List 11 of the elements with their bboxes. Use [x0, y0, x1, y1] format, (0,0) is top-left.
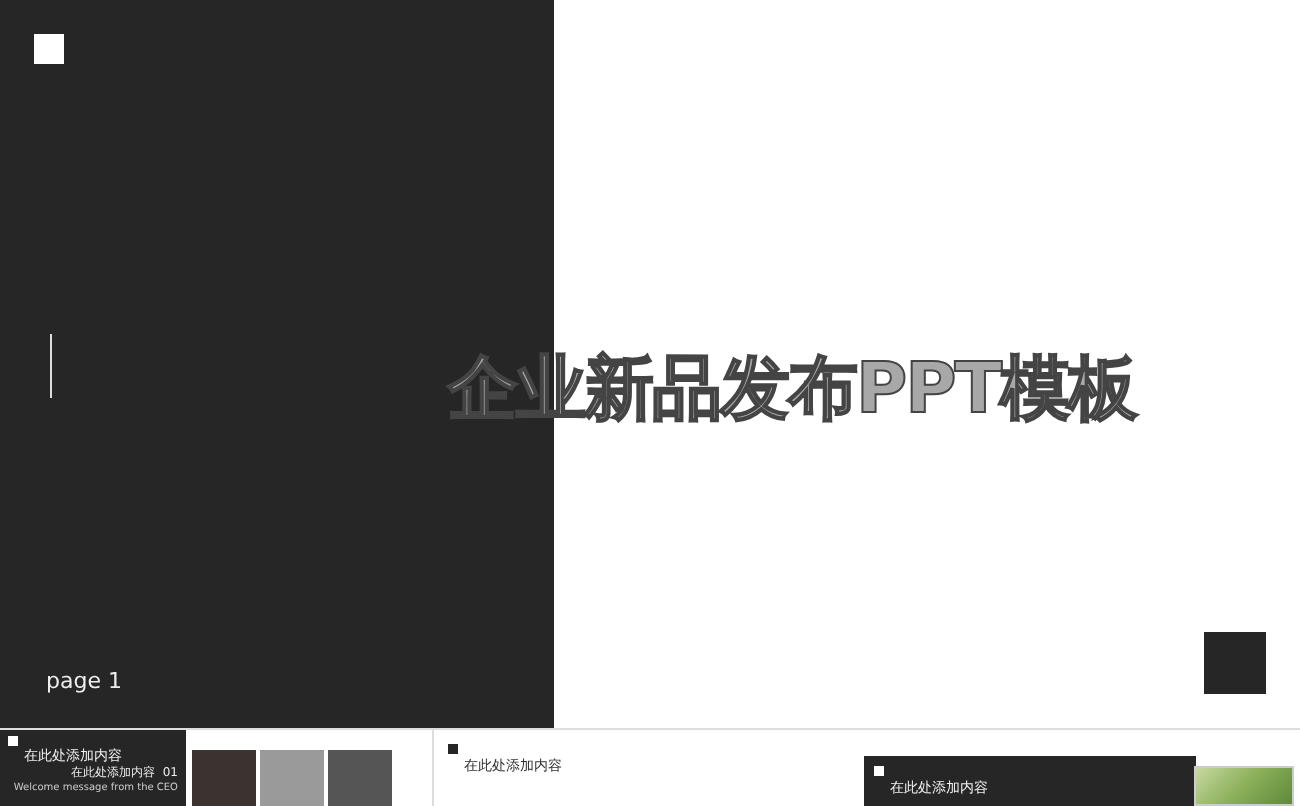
photo-placeholder	[260, 750, 324, 806]
square-icon	[1204, 632, 1266, 694]
square-icon	[874, 766, 884, 776]
photo-placeholder	[328, 750, 392, 806]
photo-placeholder	[1194, 766, 1294, 806]
page-label: page 1	[44, 668, 124, 694]
photo-placeholder	[192, 750, 256, 806]
square-icon	[448, 744, 458, 754]
square-icon	[34, 34, 64, 64]
vertical-line	[50, 334, 52, 398]
square-icon	[8, 736, 18, 746]
